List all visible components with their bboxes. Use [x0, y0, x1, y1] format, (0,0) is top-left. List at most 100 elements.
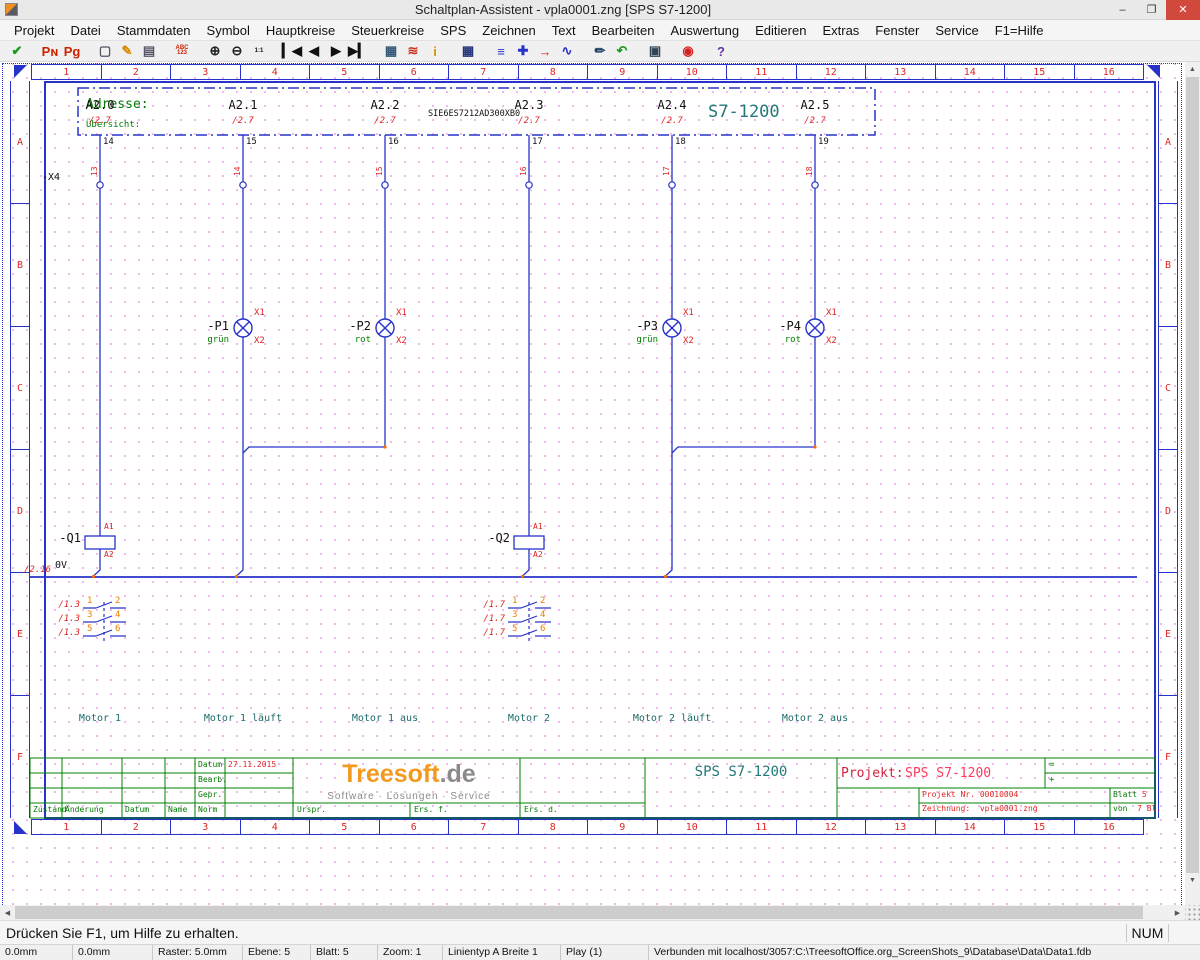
menu-item-steuerkreise[interactable]: Steuerkreise [343, 20, 432, 41]
zeichnung-value: vpla0001.zng [980, 804, 1038, 813]
menu-item-auswertung[interactable]: Auswertung [662, 20, 747, 41]
wires [30, 135, 1137, 577]
menu-item-text[interactable]: Text [544, 20, 584, 41]
wire-number: 14 [103, 138, 114, 147]
maximize-button[interactable]: ❐ [1137, 0, 1166, 20]
scroll-down-icon[interactable]: ▼ [1185, 873, 1200, 888]
print-icon[interactable]: ▤ [138, 42, 160, 61]
terminal-strip-label: -X4 [42, 173, 60, 184]
row-label: D [1159, 450, 1177, 573]
column-label: 15 [1005, 820, 1075, 834]
last-sheet-icon[interactable]: ▶▎ [347, 42, 369, 61]
menu-item-service[interactable]: Service [927, 20, 986, 41]
menu-item-bearbeiten[interactable]: Bearbeiten [584, 20, 663, 41]
help-icon[interactable]: ? [710, 42, 732, 61]
status-bar-help: Drücken Sie F1, um Hilfe zu erhalten. NU… [0, 920, 1200, 944]
zoom-in-icon[interactable]: ⊕ [204, 42, 226, 61]
gepr-label: Gepr. [198, 791, 222, 799]
coil-name: -Q1 [35, 532, 81, 545]
menu-item-projekt[interactable]: Projekt [6, 20, 62, 41]
info-icon[interactable]: i [424, 42, 446, 61]
lamp-pin-top: X1 [254, 309, 265, 318]
plc-device-title: S7-1200 [708, 104, 780, 122]
contact-xref: /1.7 [479, 629, 505, 638]
column-label: 9 [588, 820, 658, 834]
column-label: 7 [449, 820, 519, 834]
symbol-browser-icon[interactable]: ▦ [380, 42, 402, 61]
menu-bar: ProjektDateiStammdatenSymbolHauptkreiseS… [0, 20, 1200, 41]
von-value: 7 Bl. [1137, 804, 1161, 813]
plc-output-address: A2.1 [213, 99, 273, 112]
parts-list-icon[interactable]: ▦ [457, 42, 479, 61]
edit-sheet-icon[interactable]: ✏ [589, 42, 611, 61]
drawing-canvas[interactable]: 12345678910111213141516 1234567891011121… [0, 62, 1185, 905]
zeichnung: Zeichnung: vpla0001.zng [922, 805, 1038, 813]
scroll-left-icon[interactable]: ◀ [0, 905, 15, 920]
column-label: 14 [936, 65, 1006, 79]
plc-output-xref: /2.7 [785, 117, 845, 126]
exit-icon[interactable]: ◉ [677, 42, 699, 61]
connection-point-icon[interactable]: ✚ [512, 42, 534, 61]
coil-pin-top: A1 [104, 523, 114, 531]
terminal-number: 17 [663, 160, 671, 182]
undo-icon[interactable]: ↶ [611, 42, 633, 61]
contact-number-right: 4 [540, 611, 545, 620]
first-sheet-icon[interactable]: ▎◀ [281, 42, 303, 61]
menu-item-datei[interactable]: Datei [62, 20, 108, 41]
wire-curve-icon[interactable]: ∿ [556, 42, 578, 61]
menu-item-zeichnen[interactable]: Zeichnen [474, 20, 543, 41]
status-field-4: Blatt: 5 [311, 945, 378, 960]
lamp-name: -P1 [183, 320, 229, 333]
column-label: 1 [32, 820, 102, 834]
menu-item-fenster[interactable]: Fenster [867, 20, 927, 41]
lamp-name: -P4 [755, 320, 801, 333]
new-sheet-icon[interactable]: ▢ [94, 42, 116, 61]
lamp-pin-top: X1 [396, 309, 407, 318]
next-sheet-icon[interactable]: ▶ [325, 42, 347, 61]
project-sheets-icon[interactable]: Pg [61, 42, 83, 61]
status-field-8: Verbunden mit localhost/3057:C:\Treesoft… [649, 945, 1200, 960]
zoom-1to1-icon[interactable]: 1:1 [248, 42, 270, 61]
properties-icon[interactable]: ▣ [644, 42, 666, 61]
apply-icon[interactable]: ✔ [6, 42, 28, 61]
menu-item-hauptkreise[interactable]: Hauptkreise [258, 20, 343, 41]
terminal-number: 16 [520, 160, 528, 182]
projekt-nr: Projekt Nr. 00010004 [922, 791, 1018, 799]
contact-xref: /1.3 [54, 629, 80, 638]
scroll-up-icon[interactable]: ▲ [1185, 62, 1200, 77]
vertical-scrollbar[interactable]: ▲ ▼ [1185, 62, 1200, 905]
horizontal-scroll-thumb[interactable] [15, 906, 1143, 919]
menu-item-extras[interactable]: Extras [814, 20, 867, 41]
menu-item-stammdaten[interactable]: Stammdaten [109, 20, 199, 41]
scroll-track[interactable] [1143, 905, 1170, 920]
line-type-icon[interactable]: ≡ [490, 42, 512, 61]
junction-dots [92, 445, 817, 578]
resize-grip[interactable] [1185, 905, 1200, 920]
plc-output-xref: /2.7 [70, 117, 130, 126]
plc-output-address: A2.3 [499, 99, 559, 112]
text-number-icon[interactable]: ABC 123 [171, 42, 193, 61]
lamp-pin-bottom: X2 [683, 337, 694, 346]
previous-sheet-icon[interactable]: ◀ [303, 42, 325, 61]
name-label: Name [168, 806, 187, 814]
von-label: von [1113, 804, 1127, 813]
column-label: 6 [380, 820, 450, 834]
scroll-right-icon[interactable]: ▶ [1170, 905, 1185, 920]
lamp-pin-top: X1 [826, 309, 837, 318]
zoom-out-icon[interactable]: ⊖ [226, 42, 248, 61]
menu-item-sps[interactable]: SPS [432, 20, 474, 41]
project-navigator-icon[interactable]: Pɴ [39, 42, 61, 61]
menu-item-f1-hilfe[interactable]: F1=Hilfe [987, 20, 1052, 41]
vertical-scroll-thumb[interactable] [1186, 77, 1199, 873]
move-connection-icon[interactable]: → [534, 42, 556, 61]
menu-item-symbol[interactable]: Symbol [199, 20, 258, 41]
status-bar-fields: 0.0mm0.0mmRaster: 5.0mmEbene: 5Blatt: 5Z… [0, 944, 1200, 960]
close-button[interactable]: ✕ [1166, 0, 1200, 20]
row-label: A [11, 81, 29, 204]
layers-icon[interactable]: ≋ [402, 42, 424, 61]
horizontal-scrollbar[interactable]: ◀ ▶ [0, 905, 1185, 920]
minimize-button[interactable]: – [1108, 0, 1137, 20]
menu-item-editieren[interactable]: Editieren [747, 20, 814, 41]
open-icon[interactable]: ✎ [116, 42, 138, 61]
schematic-linework [0, 62, 1185, 905]
